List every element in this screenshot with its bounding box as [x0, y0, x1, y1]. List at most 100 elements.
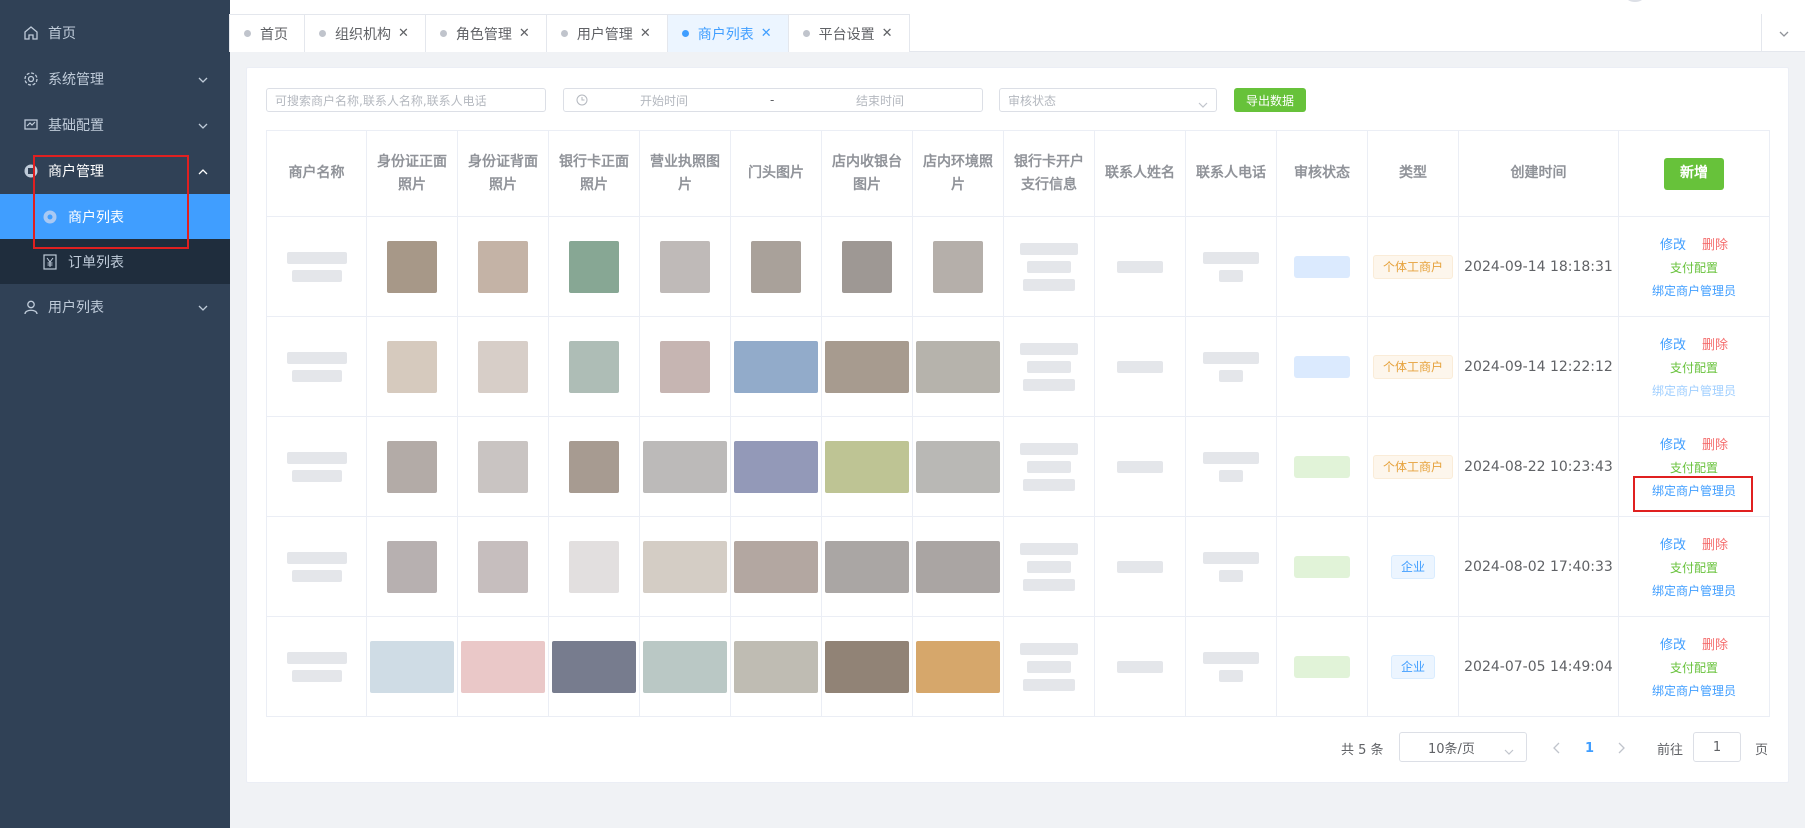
photo-thumbnail[interactable]: [916, 340, 1000, 393]
bind-admin-button[interactable]: 绑定商户管理员: [1652, 282, 1736, 299]
date-range-picker[interactable]: 开始时间 - 结束时间: [563, 88, 983, 112]
sidebar-item-users[interactable]: 用户列表: [0, 284, 230, 330]
photo-thumbnail[interactable]: [916, 440, 1000, 493]
range-separator: -: [770, 93, 775, 107]
blurred-text: [1117, 460, 1163, 473]
photo-thumbnail[interactable]: [734, 340, 818, 393]
export-button[interactable]: 导出数据: [1234, 88, 1306, 112]
photo-thumbnail[interactable]: [643, 640, 727, 693]
photo-thumbnail[interactable]: [569, 540, 619, 593]
tab-home[interactable]: 首页: [229, 14, 305, 52]
photo-thumbnail[interactable]: [660, 340, 710, 393]
pay-config-button[interactable]: 支付配置: [1670, 559, 1718, 576]
page-size-select[interactable]: 10条/页: [1399, 732, 1527, 762]
image-cell: [913, 217, 1004, 317]
sidebar-item-label: 订单列表: [68, 254, 124, 271]
operations-cell: 修改 删除支付配置绑定商户管理员: [1619, 617, 1770, 717]
photo-thumbnail[interactable]: [825, 440, 909, 493]
photo-thumbnail[interactable]: [552, 640, 636, 693]
status-select[interactable]: 审核状态: [999, 88, 1217, 112]
start-date-placeholder[interactable]: 开始时间: [640, 92, 688, 109]
bind-admin-button[interactable]: 绑定商户管理员: [1652, 682, 1736, 699]
photo-thumbnail[interactable]: [842, 240, 892, 293]
edit-button[interactable]: 修改: [1660, 534, 1686, 553]
photo-thumbnail[interactable]: [478, 240, 528, 293]
close-icon[interactable]: ✕: [761, 26, 772, 41]
photo-thumbnail[interactable]: [461, 640, 545, 693]
image-cell: [367, 617, 458, 717]
image-cell: [731, 417, 822, 517]
prev-page-button[interactable]: [1553, 732, 1561, 764]
photo-thumbnail[interactable]: [387, 340, 437, 393]
bind-admin-button[interactable]: 绑定商户管理员: [1652, 382, 1736, 399]
close-icon[interactable]: ✕: [398, 26, 409, 41]
photo-thumbnail[interactable]: [734, 540, 818, 593]
photo-thumbnail[interactable]: [387, 440, 437, 493]
end-date-placeholder[interactable]: 结束时间: [856, 92, 904, 109]
delete-button[interactable]: 删除: [1702, 534, 1728, 553]
photo-thumbnail[interactable]: [916, 540, 1000, 593]
photo-thumbnail[interactable]: [825, 640, 909, 693]
add-button[interactable]: 新增: [1664, 157, 1724, 190]
image-cell: [913, 517, 1004, 617]
search-input[interactable]: 可搜索商户名称,联系人名称,联系人电话: [266, 88, 546, 112]
edit-button[interactable]: 修改: [1660, 234, 1686, 253]
photo-thumbnail[interactable]: [751, 240, 801, 293]
photo-thumbnail[interactable]: [569, 340, 619, 393]
blurred-text: [286, 551, 347, 582]
delete-button[interactable]: 删除: [1702, 234, 1728, 253]
photo-thumbnail[interactable]: [825, 340, 909, 393]
photo-thumbnail[interactable]: [478, 540, 528, 593]
photo-thumbnail[interactable]: [478, 440, 528, 493]
photo-thumbnail[interactable]: [734, 440, 818, 493]
tab-roles[interactable]: 角色管理 ✕: [424, 14, 547, 52]
page-number-current[interactable]: 1: [1585, 732, 1594, 764]
edit-button[interactable]: 修改: [1660, 334, 1686, 353]
photo-thumbnail[interactable]: [569, 440, 619, 493]
close-icon[interactable]: ✕: [640, 26, 651, 41]
bank-branch-cell: [1004, 617, 1095, 717]
photo-thumbnail[interactable]: [478, 340, 528, 393]
sidebar-item-basic-config[interactable]: 基础配置: [0, 102, 230, 148]
photo-thumbnail[interactable]: [825, 540, 909, 593]
edit-button[interactable]: 修改: [1660, 434, 1686, 453]
photo-thumbnail[interactable]: [933, 240, 983, 293]
bind-admin-button[interactable]: 绑定商户管理员: [1652, 582, 1736, 599]
operations-cell: 修改 删除支付配置绑定商户管理员: [1619, 517, 1770, 617]
next-page-button[interactable]: [1617, 732, 1625, 764]
header-cell: 联系人姓名: [1095, 131, 1186, 217]
tab-user-management[interactable]: 用户管理 ✕: [545, 14, 668, 52]
pay-config-button[interactable]: 支付配置: [1670, 459, 1718, 476]
photo-thumbnail[interactable]: [734, 640, 818, 693]
photo-thumbnail[interactable]: [387, 240, 437, 293]
goto-page-input[interactable]: 1: [1693, 732, 1741, 762]
photo-thumbnail[interactable]: [569, 240, 619, 293]
table-row: 企业 2024-08-02 17:40:33 修改 删除 支付配置 绑定商户管理员: [267, 517, 1770, 617]
image-cell: [549, 617, 640, 717]
sidebar-item-system[interactable]: 系统管理: [0, 56, 230, 102]
edit-button[interactable]: 修改: [1660, 634, 1686, 653]
close-icon[interactable]: ✕: [882, 26, 893, 41]
tab-merchant-list[interactable]: 商户列表 ✕: [666, 14, 789, 52]
tabs-more-button[interactable]: [1761, 14, 1805, 52]
photo-thumbnail[interactable]: [643, 540, 727, 593]
delete-button[interactable]: 删除: [1702, 634, 1728, 653]
pay-config-button[interactable]: 支付配置: [1670, 659, 1718, 676]
photo-thumbnail[interactable]: [370, 640, 454, 693]
photo-thumbnail[interactable]: [660, 240, 710, 293]
tab-organization[interactable]: 组织机构 ✕: [304, 14, 426, 52]
add-header-cell: 新增: [1619, 131, 1770, 217]
sidebar-item-home[interactable]: 首页: [0, 10, 230, 56]
avatar[interactable]: [1625, 0, 1645, 2]
highlight-box-merchant-menu: [33, 155, 189, 249]
created-time-cell: 2024-09-14 12:22:12: [1459, 317, 1619, 417]
close-icon[interactable]: ✕: [519, 26, 530, 41]
photo-thumbnail[interactable]: [916, 640, 1000, 693]
pay-config-button[interactable]: 支付配置: [1670, 359, 1718, 376]
photo-thumbnail[interactable]: [387, 540, 437, 593]
photo-thumbnail[interactable]: [643, 440, 727, 493]
delete-button[interactable]: 删除: [1702, 334, 1728, 353]
delete-button[interactable]: 删除: [1702, 434, 1728, 453]
tab-platform-settings[interactable]: 平台设置 ✕: [787, 14, 910, 52]
pay-config-button[interactable]: 支付配置: [1670, 259, 1718, 276]
